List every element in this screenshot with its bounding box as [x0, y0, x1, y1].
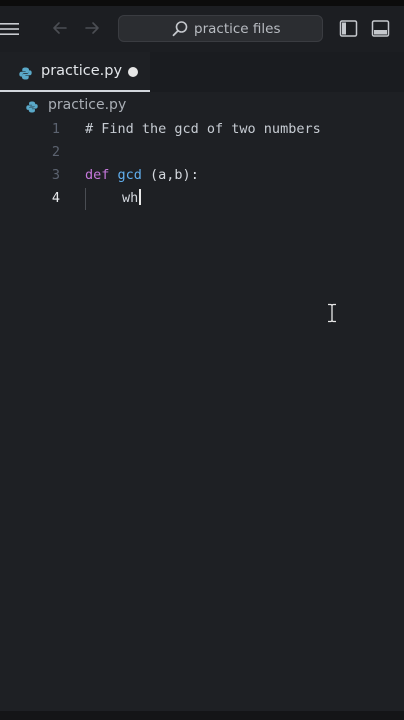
- params-token: (a,b):: [141, 167, 199, 183]
- command-center-search[interactable]: practice files: [118, 15, 323, 42]
- window-bottom-strip: [0, 711, 404, 720]
- line-number: 3: [51, 167, 60, 183]
- arrow-right-icon[interactable]: [82, 18, 102, 38]
- search-icon: [171, 20, 189, 38]
- comment-token: # Find the gcd of two numbers: [85, 121, 321, 137]
- title-bar: practice files: [0, 0, 404, 52]
- python-file-icon: [19, 65, 32, 80]
- breadcrumb-file-label[interactable]: practice.py: [48, 97, 126, 113]
- code-text: def gcd (a,b):: [85, 164, 199, 187]
- keyword-token: def: [85, 167, 110, 183]
- code-text: wh: [122, 187, 142, 210]
- split-editor-icon[interactable]: [339, 19, 358, 38]
- breadcrumb: practice.py: [0, 92, 404, 118]
- search-label: practice files: [194, 21, 281, 37]
- toggle-panel-icon[interactable]: [371, 19, 390, 38]
- code-line[interactable]: 3 def gcd (a,b):: [0, 164, 404, 187]
- code-text: # Find the gcd of two numbers: [85, 118, 321, 141]
- ibeam-cursor-icon: [326, 303, 338, 323]
- typed-text: wh: [122, 190, 139, 206]
- tab-label: practice.py: [41, 63, 123, 79]
- line-number-active: 4: [51, 190, 60, 206]
- text-cursor: [139, 189, 142, 205]
- line-number: 2: [51, 144, 60, 160]
- line-number: 1: [51, 121, 60, 137]
- python-file-icon: [26, 98, 38, 113]
- unsaved-dot-icon[interactable]: [128, 67, 138, 77]
- tab-bar: practice.py: [0, 52, 404, 92]
- function-name-token: gcd: [117, 167, 142, 183]
- editor-window: practice files practice.py practice.py 1…: [0, 0, 404, 720]
- arrow-left-icon[interactable]: [50, 18, 70, 38]
- hamburger-menu-icon[interactable]: [0, 21, 20, 35]
- code-line[interactable]: 2: [0, 141, 404, 164]
- tab-practice-py[interactable]: practice.py: [0, 52, 150, 92]
- code-line-active[interactable]: 4 wh: [0, 187, 404, 210]
- window-top-strip: [0, 0, 404, 6]
- code-line[interactable]: 1 # Find the gcd of two numbers: [0, 118, 404, 141]
- code-editor[interactable]: 1 # Find the gcd of two numbers 2 3 def …: [0, 118, 404, 720]
